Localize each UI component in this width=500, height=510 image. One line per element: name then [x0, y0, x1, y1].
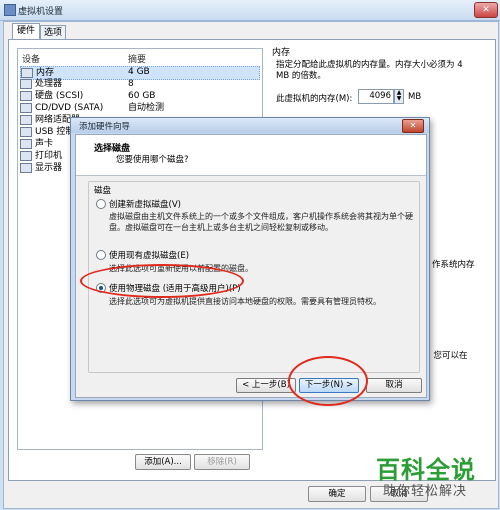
ok-button[interactable]: 确定 [308, 486, 366, 502]
device-label: 硬盘 (SCSI) [35, 91, 84, 101]
tab-hardware[interactable]: 硬件 [12, 23, 40, 40]
memory-spinner[interactable]: ▲ ▼ [394, 89, 404, 104]
dialog-titlebar: 添加硬件向导 ✕ [71, 118, 429, 133]
memory-icon [21, 67, 33, 78]
device-column-header[interactable]: 设备 [22, 52, 40, 65]
network-icon [20, 114, 32, 125]
memory-note-fragment: 。您可以在 [425, 351, 468, 361]
tab-options[interactable]: 选项 [40, 25, 66, 40]
back-button[interactable]: < 上一步(B) [236, 378, 296, 393]
dialog-title: 添加硬件向导 [79, 122, 131, 132]
disk-group-label: 磁盘 [94, 184, 112, 196]
memory-description: 指定分配给此虚拟机的内存量。内存大小必须为 4 MB 的倍数。 [276, 60, 463, 81]
device-summary: 自动检测 [128, 103, 165, 113]
window-title: 虚拟机设置 [18, 7, 64, 17]
app-icon [4, 4, 16, 16]
display-icon [20, 162, 32, 173]
window-titlebar: 虚拟机设置 ✕ [0, 0, 500, 21]
memory-unit: MB [408, 92, 422, 102]
annotation-ring-physical-disk [80, 264, 244, 298]
option-use-existing-disk-label[interactable]: 使用现有虚拟磁盘(E) [109, 249, 189, 261]
memory-section-title: 内存 [272, 48, 291, 58]
memory-field-label: 此虚拟机的内存(M): [276, 94, 353, 104]
cd-icon [20, 102, 32, 113]
memory-note-fragment: 作系统内存 [432, 260, 475, 270]
device-label: 处理器 [35, 79, 63, 89]
remove-device-button[interactable]: 移除(R) [194, 454, 250, 470]
printer-icon [20, 150, 32, 161]
device-label: 声卡 [35, 139, 54, 149]
radio-create-new-disk[interactable] [96, 199, 106, 209]
disk-icon [20, 90, 32, 101]
device-label: 打印机 [35, 151, 63, 161]
memory-input[interactable]: 4096 [358, 89, 394, 104]
device-label: CD/DVD (SATA) [35, 103, 104, 113]
device-summary: 4 GB [128, 67, 150, 77]
usb-icon [20, 126, 32, 137]
option-create-new-disk-label[interactable]: 创建新虚拟磁盘(V) [109, 198, 181, 210]
watermark-tagline: 助你轻松解决 [383, 484, 468, 499]
radio-use-existing-disk[interactable] [96, 250, 106, 260]
add-hardware-wizard-dialog: 添加硬件向导 ✕ 选择磁盘 您要使用哪个磁盘? 磁盘 创建新虚拟磁盘(V) 虚拟… [70, 117, 430, 401]
sound-icon [20, 138, 32, 149]
device-summary: 8 [128, 79, 134, 89]
dialog-subheading: 您要使用哪个磁盘? [116, 155, 189, 165]
device-label: 内存 [36, 68, 55, 78]
add-device-button[interactable]: 添加(A)... [135, 454, 191, 470]
annotation-ring-next-button [288, 356, 368, 406]
dialog-close-button[interactable]: ✕ [402, 119, 424, 133]
device-summary: 60 GB [128, 91, 156, 101]
dialog-header: 选择磁盘 您要使用哪个磁盘? [76, 135, 426, 176]
cpu-icon [20, 78, 32, 89]
option-create-new-disk-description: 虚拟磁盘由主机文件系统上的一个或多个文件组成，客户机操作系统会将其视为单个硬盘。… [109, 212, 413, 232]
dialog-cancel-button[interactable]: 取消 [366, 378, 422, 393]
device-label: 显示器 [35, 163, 63, 173]
summary-column-header[interactable]: 摘要 [128, 52, 146, 65]
window-close-button[interactable]: ✕ [474, 2, 498, 18]
